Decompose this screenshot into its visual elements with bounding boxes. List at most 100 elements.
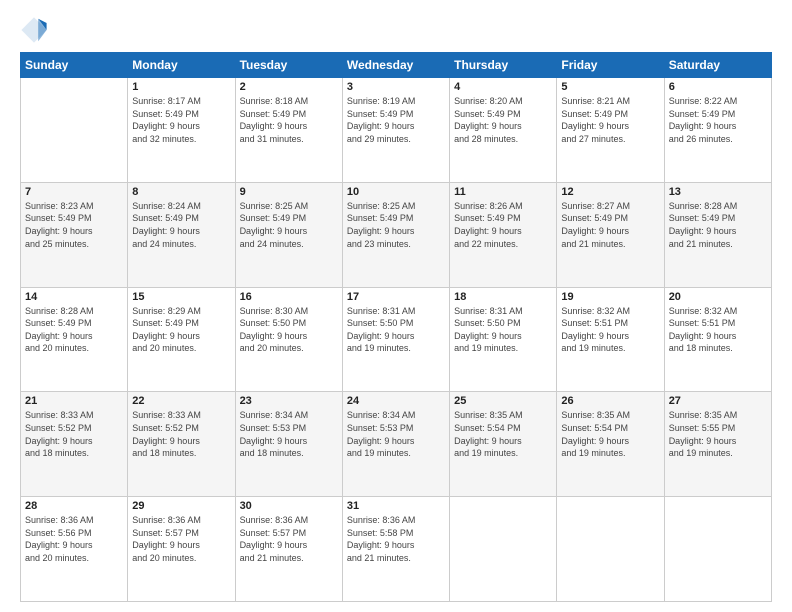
day-cell <box>450 497 557 602</box>
weekday-header-sunday: Sunday <box>21 53 128 78</box>
day-cell: 31 Sunrise: 8:36 AM Sunset: 5:58 PM Dayli… <box>342 497 449 602</box>
day-info: Sunrise: 8:34 AM Sunset: 5:53 PM Dayligh… <box>347 409 445 459</box>
day-info: Sunrise: 8:33 AM Sunset: 5:52 PM Dayligh… <box>25 409 123 459</box>
day-info: Sunrise: 8:17 AM Sunset: 5:49 PM Dayligh… <box>132 95 230 145</box>
day-number: 30 <box>240 500 338 512</box>
day-number: 28 <box>25 500 123 512</box>
day-cell: 9 Sunrise: 8:25 AM Sunset: 5:49 PM Daylig… <box>235 182 342 287</box>
day-info: Sunrise: 8:36 AM Sunset: 5:58 PM Dayligh… <box>347 514 445 564</box>
day-number: 26 <box>561 395 659 407</box>
weekday-header-wednesday: Wednesday <box>342 53 449 78</box>
day-number: 10 <box>347 186 445 198</box>
day-info: Sunrise: 8:36 AM Sunset: 5:57 PM Dayligh… <box>132 514 230 564</box>
day-info: Sunrise: 8:20 AM Sunset: 5:49 PM Dayligh… <box>454 95 552 145</box>
day-number: 24 <box>347 395 445 407</box>
day-cell: 5 Sunrise: 8:21 AM Sunset: 5:49 PM Daylig… <box>557 78 664 183</box>
day-cell: 21 Sunrise: 8:33 AM Sunset: 5:52 PM Dayli… <box>21 392 128 497</box>
day-cell <box>21 78 128 183</box>
day-cell: 29 Sunrise: 8:36 AM Sunset: 5:57 PM Dayli… <box>128 497 235 602</box>
day-cell: 15 Sunrise: 8:29 AM Sunset: 5:49 PM Dayli… <box>128 287 235 392</box>
weekday-header-row: SundayMondayTuesdayWednesdayThursdayFrid… <box>21 53 772 78</box>
day-info: Sunrise: 8:31 AM Sunset: 5:50 PM Dayligh… <box>454 305 552 355</box>
day-cell: 12 Sunrise: 8:27 AM Sunset: 5:49 PM Dayli… <box>557 182 664 287</box>
day-cell: 22 Sunrise: 8:33 AM Sunset: 5:52 PM Dayli… <box>128 392 235 497</box>
day-cell: 3Sunrise: 8:19 AM Sunset: 5:49 PM Daylig… <box>342 78 449 183</box>
day-number: 9 <box>240 186 338 198</box>
day-info: Sunrise: 8:18 AM Sunset: 5:49 PM Dayligh… <box>240 95 338 145</box>
day-info: Sunrise: 8:32 AM Sunset: 5:51 PM Dayligh… <box>669 305 767 355</box>
day-info: Sunrise: 8:35 AM Sunset: 5:54 PM Dayligh… <box>454 409 552 459</box>
day-number: 5 <box>561 81 659 93</box>
day-number: 8 <box>132 186 230 198</box>
week-row-1: 1 Sunrise: 8:17 AM Sunset: 5:49 PM Daylig… <box>21 78 772 183</box>
day-info: Sunrise: 8:23 AM Sunset: 5:49 PM Dayligh… <box>25 200 123 250</box>
day-info: Sunrise: 8:36 AM Sunset: 5:56 PM Dayligh… <box>25 514 123 564</box>
day-number: 14 <box>25 291 123 303</box>
day-number: 11 <box>454 186 552 198</box>
day-info: Sunrise: 8:36 AM Sunset: 5:57 PM Dayligh… <box>240 514 338 564</box>
day-cell: 7 Sunrise: 8:23 AM Sunset: 5:49 PM Daylig… <box>21 182 128 287</box>
day-cell: 10 Sunrise: 8:25 AM Sunset: 5:49 PM Dayli… <box>342 182 449 287</box>
logo <box>20 16 52 44</box>
day-info: Sunrise: 8:21 AM Sunset: 5:49 PM Dayligh… <box>561 95 659 145</box>
day-cell: 18 Sunrise: 8:31 AM Sunset: 5:50 PM Dayli… <box>450 287 557 392</box>
day-number: 21 <box>25 395 123 407</box>
day-number: 6 <box>669 81 767 93</box>
day-cell: 28 Sunrise: 8:36 AM Sunset: 5:56 PM Dayli… <box>21 497 128 602</box>
day-number: 27 <box>669 395 767 407</box>
day-number: 7 <box>25 186 123 198</box>
day-number: 1 <box>132 81 230 93</box>
day-cell: 26 Sunrise: 8:35 AM Sunset: 5:54 PM Dayli… <box>557 392 664 497</box>
day-cell: 30 Sunrise: 8:36 AM Sunset: 5:57 PM Dayli… <box>235 497 342 602</box>
day-number: 12 <box>561 186 659 198</box>
day-info: Sunrise: 8:24 AM Sunset: 5:49 PM Dayligh… <box>132 200 230 250</box>
week-row-3: 14 Sunrise: 8:28 AM Sunset: 5:49 PM Dayli… <box>21 287 772 392</box>
day-number: 17 <box>347 291 445 303</box>
day-info: Sunrise: 8:34 AM Sunset: 5:53 PM Dayligh… <box>240 409 338 459</box>
day-number: 22 <box>132 395 230 407</box>
day-cell: 24 Sunrise: 8:34 AM Sunset: 5:53 PM Dayli… <box>342 392 449 497</box>
day-info: Sunrise: 8:22 AM Sunset: 5:49 PM Dayligh… <box>669 95 767 145</box>
day-number: 31 <box>347 500 445 512</box>
day-cell: 19Sunrise: 8:32 AM Sunset: 5:51 PM Dayli… <box>557 287 664 392</box>
weekday-header-saturday: Saturday <box>664 53 771 78</box>
day-cell: 16 Sunrise: 8:30 AM Sunset: 5:50 PM Dayli… <box>235 287 342 392</box>
weekday-header-thursday: Thursday <box>450 53 557 78</box>
day-number: 29 <box>132 500 230 512</box>
day-info: Sunrise: 8:33 AM Sunset: 5:52 PM Dayligh… <box>132 409 230 459</box>
week-row-5: 28 Sunrise: 8:36 AM Sunset: 5:56 PM Dayli… <box>21 497 772 602</box>
header <box>20 16 772 44</box>
day-number: 18 <box>454 291 552 303</box>
day-cell: 20 Sunrise: 8:32 AM Sunset: 5:51 PM Dayli… <box>664 287 771 392</box>
calendar: SundayMondayTuesdayWednesdayThursdayFrid… <box>20 52 772 602</box>
day-cell: 2 Sunrise: 8:18 AM Sunset: 5:49 PM Daylig… <box>235 78 342 183</box>
day-number: 20 <box>669 291 767 303</box>
day-info: Sunrise: 8:35 AM Sunset: 5:54 PM Dayligh… <box>561 409 659 459</box>
day-cell: 25 Sunrise: 8:35 AM Sunset: 5:54 PM Dayli… <box>450 392 557 497</box>
day-cell <box>557 497 664 602</box>
day-info: Sunrise: 8:30 AM Sunset: 5:50 PM Dayligh… <box>240 305 338 355</box>
day-number: 23 <box>240 395 338 407</box>
day-cell: 27Sunrise: 8:35 AM Sunset: 5:55 PM Dayli… <box>664 392 771 497</box>
day-info: Sunrise: 8:27 AM Sunset: 5:49 PM Dayligh… <box>561 200 659 250</box>
day-info: Sunrise: 8:29 AM Sunset: 5:49 PM Dayligh… <box>132 305 230 355</box>
day-number: 16 <box>240 291 338 303</box>
day-info: Sunrise: 8:25 AM Sunset: 5:49 PM Dayligh… <box>347 200 445 250</box>
day-number: 13 <box>669 186 767 198</box>
day-number: 2 <box>240 81 338 93</box>
day-info: Sunrise: 8:31 AM Sunset: 5:50 PM Dayligh… <box>347 305 445 355</box>
day-cell: 14 Sunrise: 8:28 AM Sunset: 5:49 PM Dayli… <box>21 287 128 392</box>
day-cell: 8 Sunrise: 8:24 AM Sunset: 5:49 PM Daylig… <box>128 182 235 287</box>
day-cell: 17 Sunrise: 8:31 AM Sunset: 5:50 PM Dayli… <box>342 287 449 392</box>
day-info: Sunrise: 8:25 AM Sunset: 5:49 PM Dayligh… <box>240 200 338 250</box>
day-cell: 6 Sunrise: 8:22 AM Sunset: 5:49 PM Daylig… <box>664 78 771 183</box>
day-info: Sunrise: 8:28 AM Sunset: 5:49 PM Dayligh… <box>25 305 123 355</box>
day-number: 3 <box>347 81 445 93</box>
day-cell: 23 Sunrise: 8:34 AM Sunset: 5:53 PM Dayli… <box>235 392 342 497</box>
day-number: 15 <box>132 291 230 303</box>
day-number: 19 <box>561 291 659 303</box>
day-cell: 4Sunrise: 8:20 AM Sunset: 5:49 PM Daylig… <box>450 78 557 183</box>
page: SundayMondayTuesdayWednesdayThursdayFrid… <box>0 0 792 612</box>
weekday-header-tuesday: Tuesday <box>235 53 342 78</box>
day-number: 25 <box>454 395 552 407</box>
